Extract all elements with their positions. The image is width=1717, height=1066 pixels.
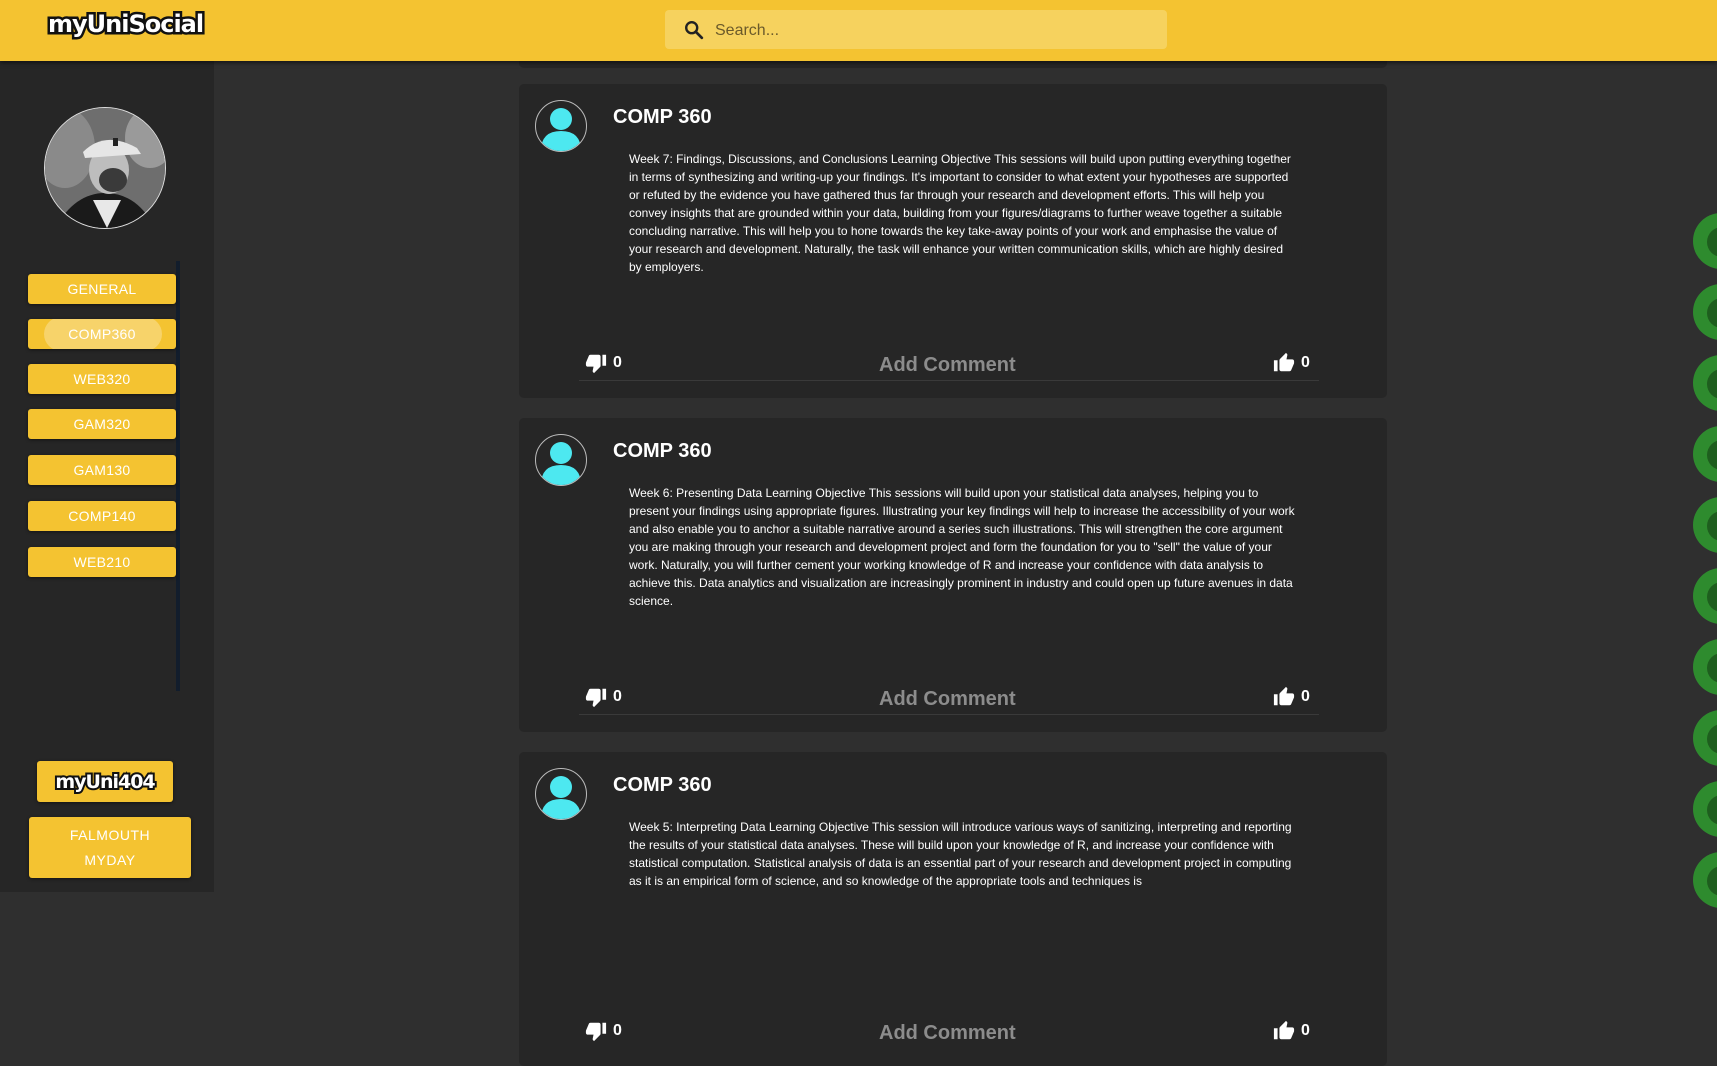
sidebar-item-comp140[interactable]: COMP140 (28, 501, 176, 531)
search-bar[interactable] (665, 10, 1167, 51)
sidebar-item-general[interactable]: GENERAL (28, 274, 176, 304)
like-count: 0 (1301, 354, 1310, 371)
sidebar-item-label: GAM130 (73, 462, 131, 478)
profile-photo-image (45, 108, 165, 228)
sidebar-item-label: WEB320 (73, 371, 131, 387)
post-card: COMP 360 Week 6: Presenting Data Learnin… (519, 418, 1387, 732)
post-divider (579, 714, 1319, 715)
user-avatar-icon[interactable] (535, 768, 587, 820)
myday-line-1: FALMOUTH (69, 827, 151, 843)
online-user-avatar[interactable] (1693, 213, 1717, 269)
user-avatar-icon[interactable] (535, 434, 587, 486)
dislike-count: 0 (613, 354, 622, 371)
online-user-avatar[interactable] (1693, 710, 1717, 766)
online-user-avatar[interactable] (1693, 426, 1717, 482)
thumbs-up-icon (1273, 686, 1295, 706)
online-user-avatar[interactable] (1693, 355, 1717, 411)
user-avatar-icon[interactable] (535, 100, 587, 152)
online-user-avatar[interactable] (1693, 852, 1717, 908)
sidebar-item-comp360[interactable]: COMP360 (28, 319, 176, 349)
thumbs-up-icon (1273, 352, 1295, 372)
thumbs-down-icon (585, 1022, 607, 1042)
sidebar-item-web320[interactable]: WEB320 (28, 364, 176, 394)
online-user-avatar[interactable] (1693, 781, 1717, 837)
add-comment-button[interactable]: Add Comment (879, 688, 1016, 711)
thumbs-down-icon (585, 354, 607, 374)
online-user-avatar[interactable] (1693, 568, 1717, 624)
search-input[interactable] (713, 10, 1157, 51)
post-card: COMP 360 Week 7: Findings, Discussions, … (519, 84, 1387, 398)
myday-line-2: MYDAY (84, 852, 136, 868)
sidebar-item-gam320[interactable]: GAM320 (28, 409, 176, 439)
online-user-avatar[interactable] (1693, 497, 1717, 553)
falmouth-myday-button[interactable]: FALMOUTH MYDAY (29, 817, 191, 878)
online-user-avatar[interactable] (1693, 639, 1717, 695)
post-card: COMP 360 Week 5: Interpreting Data Learn… (519, 752, 1387, 1066)
post-body: Week 7: Findings, Discussions, and Concl… (629, 152, 1291, 274)
sidebar-item-label: GENERAL (67, 281, 137, 297)
profile-photo[interactable] (44, 107, 166, 229)
post-divider (579, 380, 1319, 381)
top-bar: myUniSocial (0, 0, 1717, 61)
dislike-count: 0 (613, 688, 622, 705)
app-logo[interactable]: myUniSocial (45, 8, 206, 41)
sidebar-item-label: COMP140 (68, 508, 136, 524)
like-count: 0 (1301, 1022, 1310, 1039)
post-title: COMP 360 (613, 106, 712, 128)
sidebar-divider (176, 261, 180, 691)
like-count: 0 (1301, 688, 1310, 705)
online-user-avatar[interactable] (1693, 284, 1717, 340)
sidebar-item-label: WEB210 (73, 554, 131, 570)
sidebar: GENERAL COMP360 WEB320 GAM320 GAM130 COM… (0, 61, 214, 892)
thumbs-up-icon (1273, 1020, 1295, 1040)
add-comment-button[interactable]: Add Comment (879, 1022, 1016, 1045)
sidebar-item-web210[interactable]: WEB210 (28, 547, 176, 577)
sidebar-item-label: COMP360 (68, 326, 136, 342)
search-icon (685, 21, 704, 40)
dislike-count: 0 (613, 1022, 622, 1039)
post-body: Week 5: Interpreting Data Learning Objec… (629, 820, 1292, 888)
add-comment-button[interactable]: Add Comment (879, 354, 1016, 377)
sidebar-item-label: GAM320 (73, 416, 131, 432)
post-title: COMP 360 (613, 440, 712, 462)
myuni404-button[interactable]: myUni404 (37, 761, 173, 802)
sidebar-item-gam130[interactable]: GAM130 (28, 455, 176, 485)
online-users-strip (1693, 0, 1717, 908)
thumbs-down-icon (585, 688, 607, 708)
post-body: Week 6: Presenting Data Learning Objecti… (629, 486, 1295, 608)
post-title: COMP 360 (613, 774, 712, 796)
